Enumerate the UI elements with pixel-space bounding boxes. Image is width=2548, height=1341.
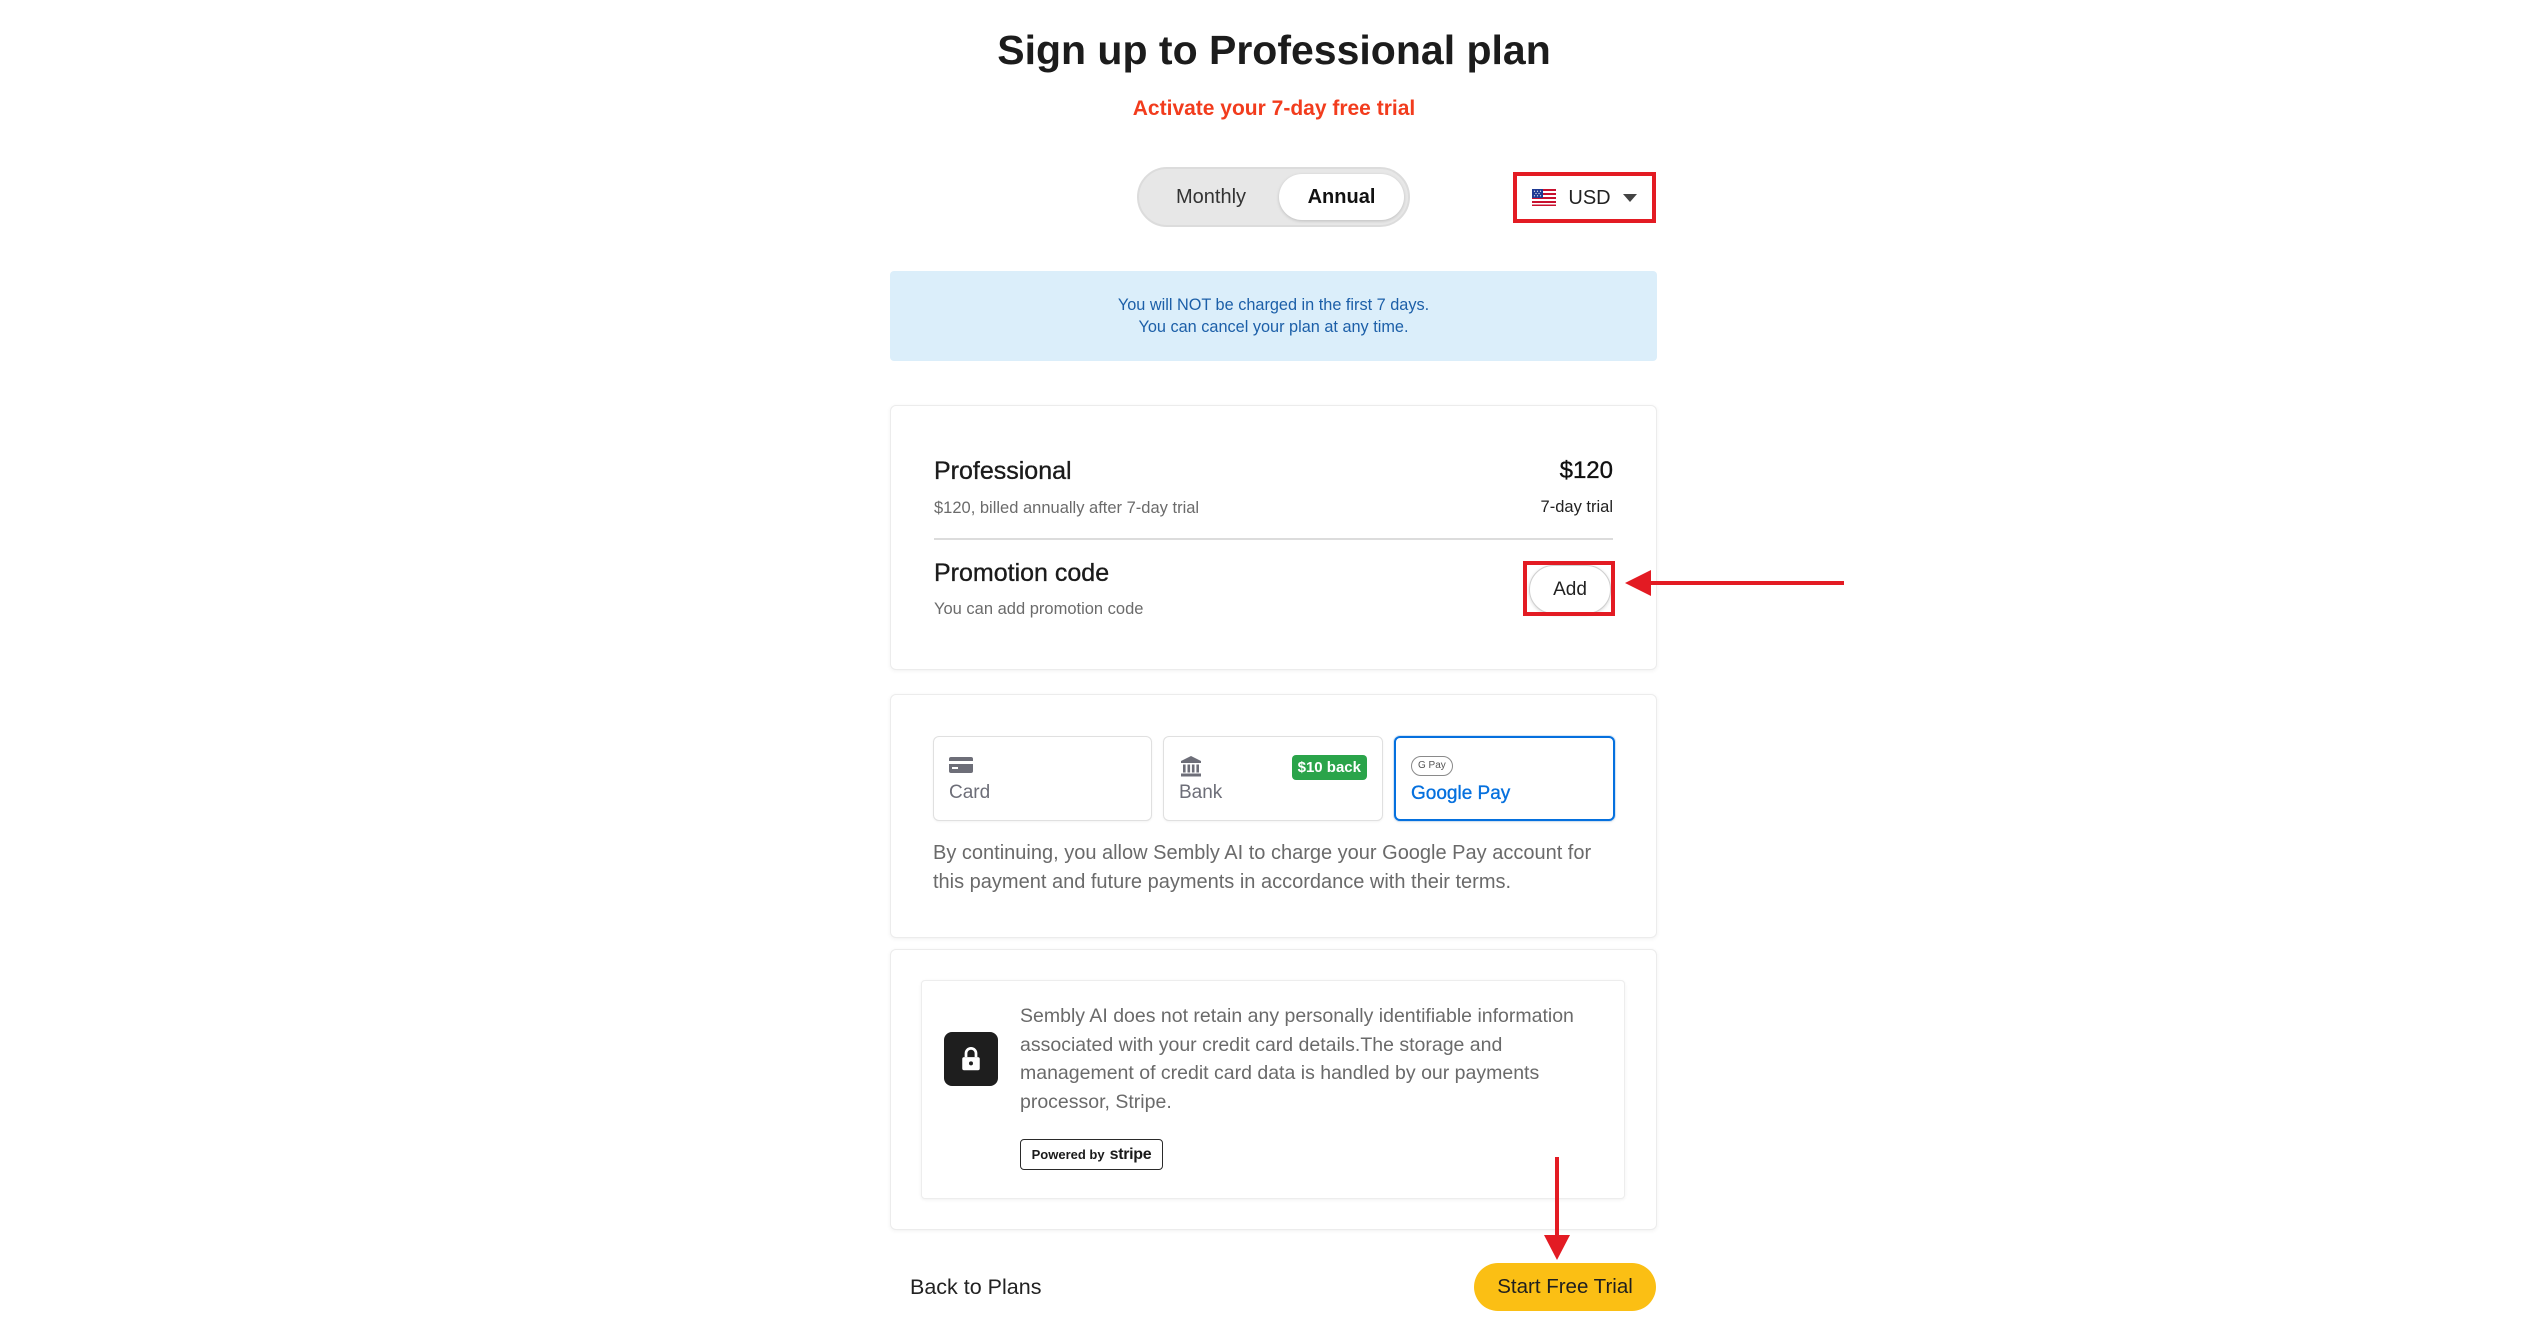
back-to-plans-link[interactable]: Back to Plans bbox=[910, 1274, 1041, 1300]
divider bbox=[934, 538, 1613, 540]
promotion-code-title: Promotion code bbox=[934, 559, 1110, 587]
payment-tab-google-pay[interactable]: G Pay Google Pay bbox=[1394, 736, 1615, 821]
payment-tab-label: Google Pay bbox=[1411, 783, 1511, 804]
add-promotion-code-button[interactable]: Add bbox=[1529, 565, 1611, 614]
caret-down-icon bbox=[1622, 193, 1637, 202]
plan-price-note: 7-day trial bbox=[1540, 498, 1613, 516]
security-card: Sembly AI does not retain any personally… bbox=[890, 949, 1657, 1230]
payment-method-card: Card Bank $10 back G Pay Google Pay By c… bbox=[890, 694, 1657, 938]
plan-description: $120, billed annually after 7-day trial bbox=[934, 499, 1200, 517]
payment-tab-label: Card bbox=[949, 782, 991, 803]
stripe-badge-prefix: Powered by bbox=[1031, 1147, 1105, 1162]
notice-line: You will NOT be charged in the first 7 d… bbox=[1117, 295, 1430, 314]
trial-notice: You will NOT be charged in the first 7 d… bbox=[890, 271, 1657, 361]
security-text: Sembly AI does not retain any personally… bbox=[1020, 1005, 1574, 1113]
toggle-option-annual[interactable]: Annual bbox=[1279, 174, 1404, 220]
payment-tab-label: Bank bbox=[1179, 782, 1223, 803]
plan-summary-card: Professional $120, billed annually after… bbox=[890, 405, 1657, 670]
stripe-badge-brand: stripe bbox=[1109, 1145, 1152, 1163]
payment-tab-bank[interactable]: Bank $10 back bbox=[1163, 736, 1383, 821]
plan-name: Professional bbox=[934, 457, 1072, 485]
page-title: Sign up to Professional plan bbox=[997, 27, 1551, 73]
payment-tab-card[interactable]: Card bbox=[933, 736, 1152, 821]
us-flag-icon bbox=[1532, 189, 1557, 206]
card-icon bbox=[949, 755, 973, 775]
powered-by-stripe-badge: Powered by stripe bbox=[1020, 1139, 1163, 1170]
payment-consent-text: By continuing, you allow Sembly AI to ch… bbox=[933, 842, 1592, 893]
currency-selector[interactable]: USD bbox=[1517, 176, 1652, 219]
lock-icon bbox=[944, 1032, 998, 1086]
toggle-option-monthly[interactable]: Monthly bbox=[1144, 174, 1278, 220]
billing-period-toggle: Monthly Annual bbox=[1137, 167, 1410, 227]
google-pay-logo-text: G Pay bbox=[1411, 756, 1453, 776]
promotion-code-description: You can add promotion code bbox=[934, 600, 1144, 618]
security-info-box: Sembly AI does not retain any personally… bbox=[921, 980, 1625, 1199]
notice-line: You can cancel your plan at any time. bbox=[1138, 318, 1409, 336]
plan-price: $120 bbox=[1559, 457, 1613, 484]
bank-icon bbox=[1179, 755, 1203, 777]
page-subtitle: Activate your 7-day free trial bbox=[1132, 97, 1416, 120]
cashback-badge: $10 back bbox=[1291, 755, 1367, 780]
start-free-trial-button[interactable]: Start Free Trial bbox=[1474, 1263, 1656, 1311]
annotation-arrow-left bbox=[1625, 570, 1844, 596]
currency-value: USD bbox=[1568, 186, 1611, 209]
google-pay-icon: G Pay bbox=[1411, 756, 1453, 776]
